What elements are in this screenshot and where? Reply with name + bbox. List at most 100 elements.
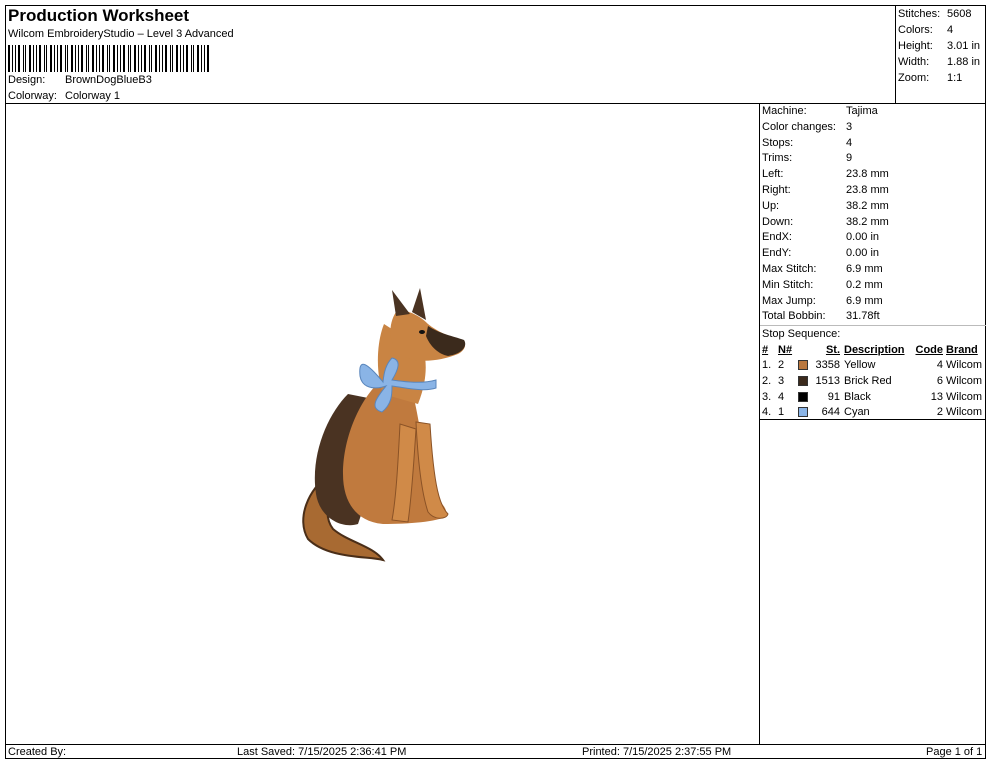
row-number: 2. [762,374,772,387]
color-code: 4 [936,359,943,371]
barcode-bar [18,45,20,72]
color-description: Brick Red [844,374,892,387]
detail-row: Down: 38.2 mm [762,215,986,231]
stitch-count-value: 1513 [815,374,840,387]
detail-label: Trims: [762,152,793,165]
barcode-bar [193,45,194,72]
barcode-bar [75,45,76,72]
barcode-bar [60,45,62,72]
detail-value: Tajima [846,105,878,117]
barcode-bar [81,45,83,72]
thread-brand: Wilcom [946,390,983,403]
barcode-bar [141,45,142,72]
barcode-bar [96,45,97,72]
detail-value: 38.2 mm [846,199,889,212]
divider [895,5,896,103]
design-label: Design: [8,74,46,86]
barcode-bar [149,45,150,72]
barcode-bar [67,45,68,72]
detail-row: Machine: Tajima [762,104,986,120]
stitch-count: 1513 [798,374,844,390]
detail-row: Left: 23.8 mm [762,167,986,183]
dog-eye [419,330,425,334]
summary-row: Zoom: 1:1 [898,70,986,86]
detail-label: Total Bobbin: [762,310,826,323]
detail-value: 6.9 mm [846,294,883,307]
colorway-row: Colorway: Colorway 1 [8,90,120,102]
summary-label: Stitches: [898,8,941,20]
barcode-bar [109,45,110,72]
barcode-bar [92,45,94,72]
dog-ear [392,290,410,316]
detail-label: Down: [762,215,794,228]
detail-label: Max Stitch: [762,262,817,275]
detail-label: Color changes: [762,120,836,133]
barcode-bar [191,45,192,72]
barcode [8,45,209,72]
detail-row: Total Bobbin: 31.78ft [762,309,986,325]
detail-label: Machine: [762,105,807,117]
divider [760,419,986,420]
page-title: Production Worksheet [8,6,190,25]
color-swatch [798,407,808,418]
detail-label: EndX: [762,231,792,244]
divider [759,103,760,744]
footer-printed: Printed: 7/15/2025 2:37:55 PM [582,746,732,758]
needle-number: 2 [778,359,785,371]
barcode-bar [120,45,121,72]
summary-value: 1:1 [947,72,963,84]
barcode-bar [88,45,89,72]
barcode-bar [36,45,37,72]
detail-row: Max Jump: 6.9 mm [762,294,986,310]
barcode-bar [170,45,171,72]
stitch-count-value: 644 [821,406,840,419]
barcode-bar [46,45,47,72]
barcode-bar [162,45,163,72]
design-value: BrownDogBlueB3 [65,74,152,86]
barcode-bar [44,45,45,72]
colorway-label: Colorway: [8,90,57,102]
detail-value: 31.78ft [846,310,880,323]
design-row: Design: BrownDogBlueB3 [8,74,152,86]
detail-row: Right: 23.8 mm [762,183,986,199]
summary-label: Width: [898,56,930,68]
barcode-bar [144,45,146,72]
detail-label: EndY: [762,247,792,260]
col-header-description: Description [844,344,905,356]
barcode-bar [155,45,157,72]
table-row: 3. 4 91 Black 13 Wilcom [762,390,986,406]
detail-value: 0.2 mm [846,278,883,291]
summary-label: Colors: [898,24,933,36]
summary-value: 3.01 in [947,40,981,52]
detail-row: Up: 38.2 mm [762,199,986,215]
detail-row: EndX: 0.00 in [762,230,986,246]
detail-value: 3 [846,120,853,133]
barcode-bar [180,45,181,72]
barcode-bar [99,45,100,72]
barcode-bar [29,45,31,72]
thread-brand: Wilcom [946,359,983,371]
colorway-value: Colorway 1 [65,90,121,102]
barcode-bar [39,45,41,72]
summary-value: 5608 [947,8,972,20]
barcode-bar [176,45,178,72]
footer-page-number: Page 1 of 1 [926,746,983,758]
detail-value: 9 [846,152,853,165]
summary-panel: Stitches: 5608 Colors: 4 Height: 3.01 in Wi… [898,6,986,86]
summary-value: 1.88 in [947,56,981,68]
stitch-count-value: 3358 [815,359,840,371]
barcode-bar [159,45,160,72]
color-swatch [798,360,808,370]
stitch-count-value: 91 [827,390,840,403]
software-name: Wilcom EmbroideryStudio – Level 3 Advanc… [8,28,234,40]
barcode-bar [107,45,108,72]
barcode-bar [50,45,52,72]
barcode-bar [128,45,129,72]
barcode-bar [78,45,79,72]
barcode-bar [130,45,131,72]
barcode-bar [8,45,10,72]
summary-row: Stitches: 5608 [898,6,986,22]
color-description: Yellow [844,359,876,371]
barcode-bar [113,45,115,72]
row-number: 3. [762,390,772,403]
